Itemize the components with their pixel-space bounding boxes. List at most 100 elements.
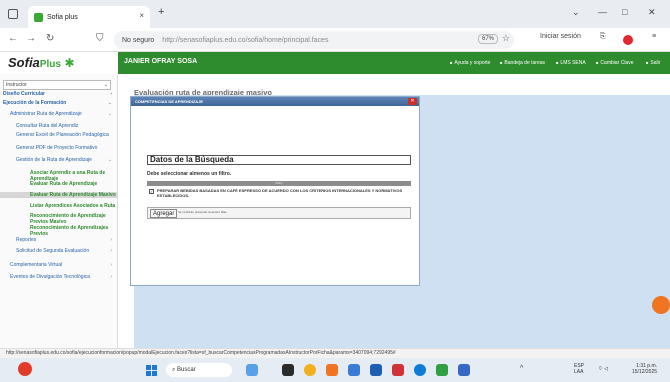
back-arrow-icon[interactable]: ← [8, 33, 18, 44]
language-indicator[interactable]: ESP LAA [574, 363, 584, 375]
menu-bandeja[interactable]: Bandeja de tareas [500, 60, 545, 66]
sidebar-item-label: Generar PDF de Proyecto Formativo [16, 145, 98, 151]
competencias-modal: COMPETENCIAS DE APRENDIZAJE ✕ Datos de l… [130, 96, 420, 286]
logo-bar: SofiaPlus ✱ [0, 52, 118, 74]
chevron-icon: ⌄ [107, 111, 112, 117]
sidebar-item-label: Solicitud de Segunda Evaluación [16, 248, 90, 254]
sidebar-item[interactable]: Consultar Ruta del Aprendiz [0, 123, 117, 129]
sidebar-item-label: Diseño Curricular [3, 91, 45, 97]
sidebar: Instructor ⌄ Diseño Curricular › Ejecución… [0, 74, 118, 348]
menu-ayuda[interactable]: Ayuda y soporte [450, 60, 490, 66]
sidebar-item[interactable]: Gestión de la Ruta de Aprendizaje ⌄ [0, 157, 117, 163]
sofia-favicon-icon [34, 12, 43, 22]
status-url: http://senasofiaplus.edu.co/sofia/ejecuc… [0, 348, 670, 358]
sidebar-item[interactable]: Solicitud de Segunda Evaluación › [0, 248, 117, 254]
close-window-button[interactable]: ✕ [648, 7, 656, 18]
browser-menu-icon[interactable]: ≡ [652, 33, 656, 40]
sidebar-item-label: Generar Excel de Planeación Pedagógica [16, 132, 109, 138]
clock[interactable]: 1:31 p.m. 15/12/2025 [632, 363, 657, 375]
sidebar-item[interactable]: Evaluar Ruta de Aprendizaje Masivo [0, 192, 117, 198]
forward-arrow-icon[interactable]: → [26, 33, 36, 44]
sofiaplus-logo[interactable]: SofiaPlus ✱ [8, 55, 75, 70]
filter-bar: Filtro [147, 181, 411, 186]
taskbar-search-input[interactable]: ⌕ Buscar [166, 363, 232, 377]
url-input[interactable]: No seguro http://senasofiaplus.edu.co/so… [114, 31, 514, 49]
security-label[interactable]: No seguro [122, 37, 154, 44]
top-nav-bar: JANIER OFRAY SOSA Ayuda y soporte Bandej… [118, 52, 670, 74]
chevron-icon: ⌄ [107, 157, 112, 163]
sidebar-item[interactable]: Ejecución de la Formación ⌄ [0, 100, 117, 106]
tab-close-icon[interactable]: × [139, 11, 144, 20]
sidebar-item-label: Eventos de Divulgación Tecnológica [10, 274, 90, 280]
search-section-title: Datos de la Búsqueda [147, 155, 411, 165]
task-view-icon[interactable] [282, 364, 294, 376]
minimize-button[interactable]: — [598, 7, 607, 17]
sidebar-item[interactable]: Generar PDF de Proyecto Formativo [0, 145, 117, 151]
signin-button[interactable]: Iniciar sesión [540, 33, 581, 40]
folder-icon[interactable] [348, 364, 360, 376]
sidebar-item-label: Ejecución de la Formación [3, 100, 67, 106]
chevron-icon: ⌄ [107, 100, 112, 106]
reload-icon[interactable]: ↻ [46, 33, 54, 44]
sidebar-item[interactable]: Administrar Ruta de Aprendizaje ⌄ [0, 111, 117, 117]
modal-close-button[interactable]: ✕ [408, 98, 417, 105]
bookmark-star-icon[interactable]: ☆ [502, 33, 510, 44]
sidebar-item[interactable]: Reconocimiento de Aprendizajes Previos [0, 225, 117, 237]
taskbar: ⌕ Buscar ^ ESP LAA ⌔ ◁ 1:31 p.m. 15/12/202… [0, 358, 670, 382]
sidebar-item[interactable]: Complementaria Virtual › [0, 262, 117, 268]
competency-checkbox[interactable]: ✓ [149, 189, 154, 194]
url-text: http://senasofiaplus.edu.co/sofia/home/p… [162, 36, 329, 44]
sidebar-item[interactable]: Diseño Curricular › [0, 91, 117, 97]
sidebar-item[interactable]: Evaluar Ruta de Aprendizaje [0, 181, 117, 187]
menu-lms[interactable]: LMS SENA [556, 60, 585, 66]
clock-date: 15/12/2025 [632, 369, 658, 375]
role-select[interactable]: Instructor ⌄ [3, 80, 111, 90]
office-icon[interactable] [392, 364, 404, 376]
widget-icon[interactable] [246, 364, 258, 376]
shield-icon[interactable]: ⛉ [96, 33, 104, 44]
menu-cambiar-clave[interactable]: Cambiar Clave [596, 60, 633, 66]
maximize-button[interactable]: □ [622, 7, 627, 17]
competency-row[interactable]: ✓ PREPARAR BEBIDAS BASADAS EN CAFÉ ESPRE… [147, 188, 411, 202]
menu-salir[interactable]: Salir [646, 60, 660, 66]
chevron-icon: › [110, 237, 112, 243]
sidebar-item[interactable]: Generar Excel de Planeación Pedagógica [0, 132, 117, 138]
sidebar-item[interactable]: Reconocimiento de Aprendizaje Previos Ma… [0, 213, 117, 225]
logo-text: Sofia [8, 55, 40, 70]
sidebar-item[interactable]: Listar Aprendices Asociados a Ruta [0, 203, 117, 209]
sidebar-item-label: Reportes [16, 237, 37, 243]
windows-start-icon[interactable] [146, 365, 157, 376]
add-row: Agregar Se recibirán presionar la acción… [147, 207, 411, 219]
firefox-icon[interactable] [326, 364, 338, 376]
sidebar-item-label: Reconocimiento de Aprendizajes Previos [30, 225, 109, 237]
app-icon[interactable] [458, 364, 470, 376]
store-icon[interactable] [436, 364, 448, 376]
tray-chevron-icon[interactable]: ^ [520, 365, 523, 372]
competency-text: PREPARAR BEBIDAS BASADAS EN CAFÉ ESPRESS… [157, 188, 403, 198]
add-button[interactable]: Agregar [150, 209, 178, 218]
opera-icon[interactable] [623, 35, 633, 45]
weather-icon[interactable] [18, 362, 32, 376]
sidebar-item[interactable]: Reportes › [0, 237, 117, 243]
network-volume-icon[interactable]: ⌔ ◁ [598, 366, 608, 372]
sidebar-item-label: Listar Aprendices Asociados a Ruta [30, 203, 116, 209]
chevron-icon: › [110, 248, 112, 254]
sidebar-item-label: Evaluar Ruta de Aprendizaje [30, 181, 98, 187]
browser-tab-bar: Sofia plus × + ⌄ — □ ✕ [0, 0, 670, 28]
chat-help-icon[interactable] [652, 296, 670, 314]
new-tab-button[interactable]: + [158, 6, 164, 18]
edge-icon[interactable] [414, 364, 426, 376]
share-icon[interactable]: ⎘ [600, 33, 606, 41]
modal-title: COMPETENCIAS DE APRENDIZAJE [135, 99, 204, 104]
sidebar-item-label: Complementaria Virtual [10, 262, 63, 268]
browser-tab-sofia[interactable]: Sofia plus × [28, 6, 150, 28]
tab-actions-icon[interactable] [8, 9, 18, 19]
tab-list-chevron-icon[interactable]: ⌄ [572, 7, 580, 18]
chevron-icon: › [110, 274, 112, 280]
zoom-level[interactable]: 67% [477, 34, 498, 44]
add-hint: Se recibirán presionar la acción Mas. [178, 210, 228, 214]
sidebar-item[interactable]: Eventos de Divulgación Tecnológica › [0, 274, 117, 280]
chrome-icon[interactable] [304, 364, 316, 376]
outlook-icon[interactable] [370, 364, 382, 376]
sena-logo-icon: ✱ [64, 56, 75, 70]
